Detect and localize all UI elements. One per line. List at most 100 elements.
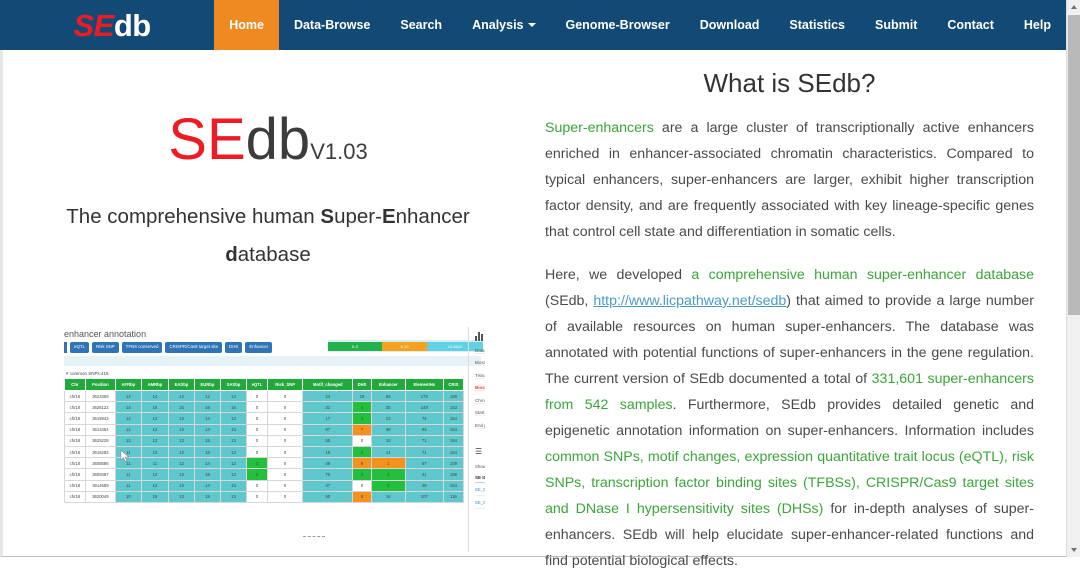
table-cell: 164	[442, 445, 465, 459]
sedb-website-link[interactable]: http://www.licpathway.net/sedb	[593, 293, 786, 309]
table-cell: 13	[220, 412, 247, 425]
table-cell: 39	[370, 423, 406, 436]
hero-subtitle-atabase: atabase	[237, 243, 311, 266]
scrollbar-thumb[interactable]	[1068, 15, 1080, 315]
screenshot-tab-risk-snp[interactable]: Risk SNP	[91, 342, 119, 353]
table-column-header[interactable]: eQTL	[245, 378, 269, 391]
table-cell: 31	[302, 401, 354, 414]
table-cell: 0	[267, 434, 304, 447]
overview-field-label: Biosample type:	[475, 360, 485, 366]
table-column-header[interactable]: DHS	[352, 378, 372, 391]
table-column-header[interactable]: Chr	[64, 378, 86, 391]
table-cell: 13	[168, 479, 195, 492]
table-column-header[interactable]: EURbp	[193, 378, 222, 391]
table-cell: 19	[370, 434, 406, 447]
table-cell: 38	[404, 479, 444, 492]
site-logo[interactable]: SEdb	[0, 0, 214, 50]
table-cell: 15	[193, 490, 222, 503]
carousel-indicator[interactable]	[303, 533, 347, 540]
table-cell: 67	[302, 423, 354, 436]
nav-item-label: Data-Browse	[293, 18, 371, 32]
table-cell: 13	[220, 479, 247, 492]
hero-subtitle-prefix: The comprehensive human	[66, 205, 321, 228]
screenshot-tab-crispr-cas9-target-site[interactable]: CRISPR/Cas9 target site	[165, 342, 223, 353]
table-cell: 16	[193, 401, 222, 414]
table-cell: 3	[370, 468, 406, 481]
hero-subtitle-s: S	[320, 205, 335, 228]
table-column-header[interactable]: ElementHs	[404, 378, 444, 391]
table-column-header[interactable]: Motif_changed	[302, 378, 354, 391]
nav-item-search[interactable]: Search	[385, 0, 457, 50]
nav-item-submit[interactable]: Submit	[860, 0, 932, 50]
table-column-header[interactable]: Risk_SNP	[267, 378, 304, 391]
table-column-header[interactable]: SASbp	[220, 378, 247, 391]
table-cell: 179	[404, 389, 444, 403]
hero-subtitle: The comprehensive human Super-Enhancer d…	[41, 198, 495, 274]
nav-item-contact[interactable]: Contact	[932, 0, 1009, 50]
table-column-header[interactable]: CRIS	[442, 378, 465, 391]
screenshot-tab-eqtl[interactable]: eQTL	[70, 342, 89, 353]
table-cell: 0	[245, 401, 269, 414]
hero-subtitle-uper: uper-	[334, 205, 382, 228]
table-cell: 12	[220, 457, 247, 470]
screenshot-tab-enhancer[interactable]: Enhancer	[245, 342, 273, 353]
table-column-header[interactable]: AMRbp	[140, 378, 170, 391]
nav-item-statistics[interactable]: Statistics	[774, 0, 860, 50]
table-cell: 107	[404, 490, 444, 503]
logo-se-text: SE	[73, 7, 114, 43]
table-cell: 0	[245, 423, 269, 436]
table-column-header[interactable]: Position	[84, 378, 116, 391]
table-cell: 15	[193, 468, 222, 481]
vertical-scrollbar[interactable]	[1066, 0, 1080, 557]
table-cell: 12	[140, 468, 170, 481]
super-enhancers-term: Super-enhancers	[545, 120, 654, 136]
overview-field-list: Data source: Biosample type: Tissue type: B…	[475, 348, 485, 429]
screenshot-tab-dhs[interactable]: DHS	[225, 342, 243, 353]
se-id-link[interactable]: SE_01_83900002	[475, 496, 485, 509]
table-cell: 13	[140, 445, 170, 459]
nav-item-help[interactable]: Help	[1009, 0, 1066, 50]
tab-row-marker	[64, 342, 67, 353]
screenshot-color-legend: 0-3 4-10 10-MAX	[328, 340, 483, 352]
scroll-up-button[interactable]	[1067, 0, 1080, 14]
table-cell: 2	[352, 468, 372, 481]
table-cell: 13	[168, 490, 195, 503]
table-cell: 49	[302, 457, 354, 470]
table-cell: chr18	[64, 423, 86, 436]
table-cell: 13	[168, 423, 195, 436]
nav-item-download[interactable]: Download	[685, 0, 775, 50]
hero-version-text: V1.03	[310, 139, 368, 164]
hero-subtitle-nhancer: nhancer	[395, 205, 470, 228]
table-cell: 0	[245, 490, 269, 503]
product-screenshot-image[interactable]: enhancer annotation eQTL Risk SNP TFBS con…	[60, 327, 485, 552]
nav-item-genome-browser[interactable]: Genome-Browser	[551, 0, 685, 50]
screenshot-tab-tfbs-conserved[interactable]: TFBS conserved	[121, 342, 163, 353]
bar-chart-icon	[475, 331, 483, 341]
table-cell: chr18	[64, 401, 86, 414]
table-cell: 14	[114, 401, 142, 414]
nav-item-data-browse[interactable]: Data-Browse	[279, 0, 385, 50]
left-hero-panel: SEdbV1.03 The comprehensive human Super-…	[3, 50, 533, 556]
overview-field-label: Start position:	[475, 410, 485, 416]
table-cell: 164	[442, 479, 465, 492]
table-cell: 3	[352, 445, 372, 459]
table-cell: 74	[404, 412, 444, 425]
scroll-down-button[interactable]	[1067, 543, 1080, 557]
table-cell: 164	[442, 423, 465, 436]
table-column-header[interactable]: Enhancer	[370, 378, 406, 391]
carousel-dot-2[interactable]	[340, 533, 347, 540]
se-id-link[interactable]: SE_01_83900001	[475, 483, 485, 496]
nav-item-home[interactable]: Home	[214, 0, 279, 50]
carousel-dot-1[interactable]	[329, 533, 336, 540]
table-cell: 13	[193, 423, 222, 436]
table-cell: 71	[404, 434, 444, 447]
table-row: chr18 3620049 10 15 13 15 13 0 0 50 5 16 107 116	[64, 490, 465, 503]
table-cell: 3609387	[84, 468, 116, 481]
right-article-panel: What is SEdb? Super-enhancers are a larg…	[533, 50, 1066, 569]
table-column-header[interactable]: AFRbp	[114, 378, 142, 391]
table-cell: 19	[302, 445, 354, 459]
nav-item-analysis[interactable]: Analysis	[457, 0, 550, 50]
table-column-header[interactable]: EASbp	[168, 378, 195, 391]
nav-item-label: Help	[1023, 18, 1051, 32]
table-cell: 13	[168, 445, 195, 459]
